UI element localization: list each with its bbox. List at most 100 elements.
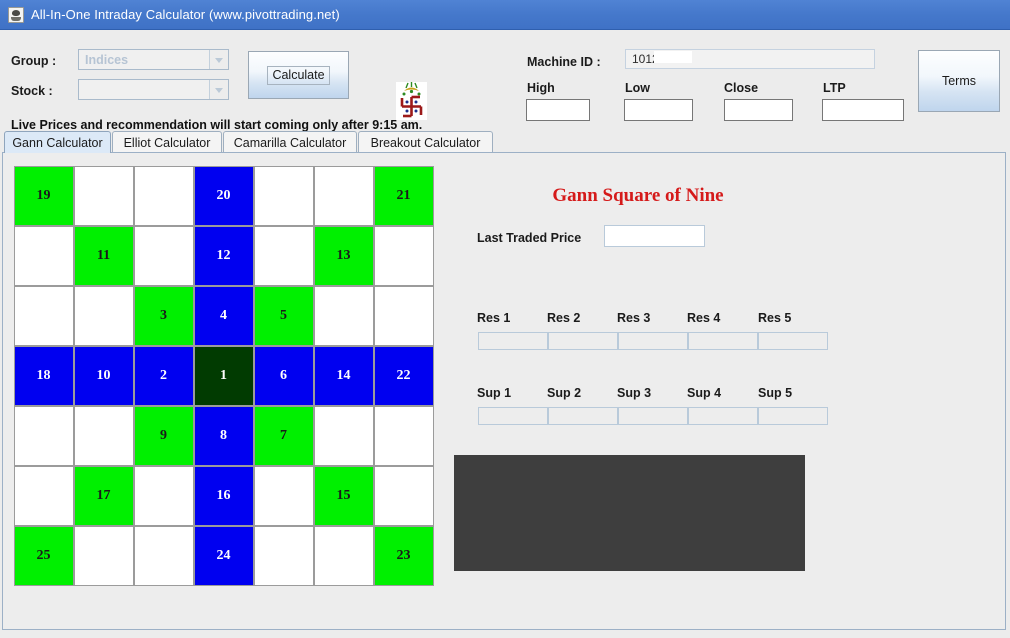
gann-cell-r6-c2: 17 — [73, 465, 134, 526]
tab-label: Elliot Calculator — [123, 135, 211, 150]
swastika-icon-svg — [396, 82, 427, 120]
chevron-down-icon — [209, 80, 228, 99]
group-label: Group : — [11, 54, 57, 68]
java-coffee-cup-icon — [8, 6, 24, 23]
calculate-button-label: Calculate — [267, 65, 330, 85]
close-input[interactable] — [724, 99, 793, 121]
gann-cell-r6-c7 — [373, 465, 434, 526]
gann-cell-r3-c5: 5 — [253, 285, 314, 346]
res-1-field — [478, 332, 548, 350]
res-5-field — [758, 332, 828, 350]
gann-cell-r6-c1 — [13, 465, 74, 526]
machine-id-label: Machine ID : — [527, 55, 601, 69]
terms-button[interactable]: Terms — [918, 50, 1000, 112]
low-label: Low — [625, 81, 650, 95]
gann-cell-r7-c7: 23 — [373, 525, 434, 586]
recommendation-display-panel — [454, 455, 805, 571]
gann-calculator-panel: 19 20 21 11 12 13 3 4 5 18 10 2 1 6 14 22 9 8 7 17 16 15 25 24 2… — [2, 152, 1006, 630]
gann-cell-r7-c2 — [73, 525, 134, 586]
last-traded-price-label: Last Traded Price — [477, 231, 582, 245]
sup-4-label: Sup 4 — [687, 386, 722, 400]
gann-cell-r4-c7: 22 — [373, 345, 434, 406]
gann-cell-r2-c5 — [253, 225, 314, 286]
gann-cell-r5-c1 — [13, 405, 74, 466]
gann-cell-r7-c3 — [133, 525, 194, 586]
gann-cell-r2-c4: 12 — [193, 225, 254, 286]
tab-elliot-calculator[interactable]: Elliot Calculator — [112, 131, 222, 153]
res-4-field — [688, 332, 758, 350]
gann-cell-r2-c6: 13 — [313, 225, 374, 286]
gann-cell-r1-c4: 20 — [193, 165, 254, 226]
sup-2-field — [548, 407, 618, 425]
gann-cell-r1-c7: 21 — [373, 165, 434, 226]
gann-cell-r5-c3: 9 — [133, 405, 194, 466]
gann-cell-r1-c6 — [313, 165, 374, 226]
gann-cell-r6-c6: 15 — [313, 465, 374, 526]
gann-panel-title: Gann Square of Nine — [552, 185, 724, 206]
group-dropdown[interactable]: Indices — [78, 49, 229, 70]
window-titlebar: All-In-One Intraday Calculator (www.pivo… — [0, 0, 1010, 30]
tab-gann-calculator[interactable]: Gann Calculator — [4, 131, 111, 153]
gann-cell-r1-c5 — [253, 165, 314, 226]
gann-cell-r7-c6 — [313, 525, 374, 586]
tab-label: Breakout Calculator — [370, 135, 481, 150]
gann-cell-r3-c4: 4 — [193, 285, 254, 346]
gann-cell-r4-c6: 14 — [313, 345, 374, 406]
gann-cell-r3-c1 — [13, 285, 74, 346]
gann-cell-r6-c3 — [133, 465, 194, 526]
sup-5-label: Sup 5 — [758, 386, 793, 400]
gann-cell-r2-c2: 11 — [73, 225, 134, 286]
top-form-area: Group : Indices Stock : Calculate Live P… — [0, 31, 1010, 132]
last-traded-price-input[interactable] — [604, 225, 705, 247]
gann-cell-r3-c6 — [313, 285, 374, 346]
gann-cell-r2-c1 — [13, 225, 74, 286]
gann-cell-r6-c5 — [253, 465, 314, 526]
gann-cell-r3-c7 — [373, 285, 434, 346]
gann-cell-r4-c2: 10 — [73, 345, 134, 406]
sup-2-label: Sup 2 — [547, 386, 582, 400]
gann-cell-r5-c2 — [73, 405, 134, 466]
gann-cell-r3-c2 — [73, 285, 134, 346]
res-2-field — [548, 332, 618, 350]
sup-5-field — [758, 407, 828, 425]
gann-cell-r4-c4: 1 — [193, 345, 254, 406]
high-label: High — [527, 81, 555, 95]
gann-cell-r4-c1: 18 — [13, 345, 74, 406]
sup-1-label: Sup 1 — [477, 386, 512, 400]
gann-cell-r3-c3: 3 — [133, 285, 194, 346]
gann-cell-r5-c4: 8 — [193, 405, 254, 466]
gann-cell-r2-c7 — [373, 225, 434, 286]
gann-cell-r1-c3 — [133, 165, 194, 226]
tab-camarilla-calculator[interactable]: Camarilla Calculator — [223, 131, 357, 153]
gann-cell-r5-c5: 7 — [253, 405, 314, 466]
gann-cell-r6-c4: 16 — [193, 465, 254, 526]
chevron-down-icon — [209, 50, 228, 69]
gann-cell-r4-c3: 2 — [133, 345, 194, 406]
tab-strip: Gann Calculator Elliot Calculator Camari… — [0, 131, 1010, 153]
swastika-icon — [396, 82, 427, 120]
res-5-label: Res 5 — [758, 311, 792, 325]
ltp-top-input[interactable] — [822, 99, 904, 121]
low-input[interactable] — [624, 99, 693, 121]
close-label: Close — [724, 81, 759, 95]
stock-dropdown[interactable] — [78, 79, 229, 100]
calculate-button[interactable]: Calculate — [248, 51, 349, 99]
tab-breakout-calculator[interactable]: Breakout Calculator — [358, 131, 493, 153]
high-input[interactable] — [526, 99, 590, 121]
sup-1-field — [478, 407, 548, 425]
gann-cell-r1-c2 — [73, 165, 134, 226]
res-2-label: Res 2 — [547, 311, 581, 325]
res-4-label: Res 4 — [687, 311, 721, 325]
res-3-field — [618, 332, 688, 350]
machine-id-redaction-overlay — [654, 51, 692, 63]
tab-label: Camarilla Calculator — [233, 135, 347, 150]
live-prices-notice: Live Prices and recommendation will star… — [11, 118, 423, 132]
gann-square-of-nine-grid: 19 20 21 11 12 13 3 4 5 18 10 2 1 6 14 22 9 8 7 17 16 15 25 24 2… — [13, 165, 434, 586]
sup-4-field — [688, 407, 758, 425]
res-1-label: Res 1 — [477, 311, 511, 325]
tab-label: Gann Calculator — [12, 135, 103, 150]
sup-3-label: Sup 3 — [617, 386, 652, 400]
gann-cell-r1-c1: 19 — [13, 165, 74, 226]
gann-cell-r7-c5 — [253, 525, 314, 586]
gann-cell-r7-c1: 25 — [13, 525, 74, 586]
